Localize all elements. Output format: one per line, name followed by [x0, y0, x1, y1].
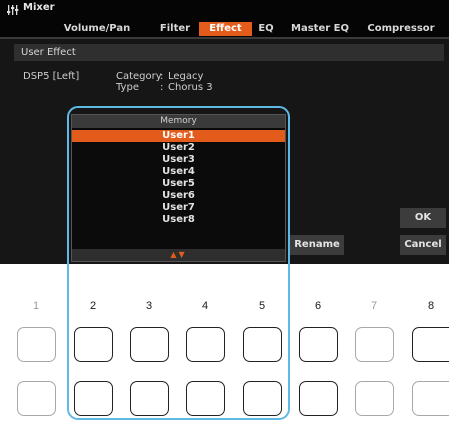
tab-effect[interactable]: Effect — [199, 22, 252, 36]
lower-button-2[interactable] — [74, 381, 113, 416]
lcd-screen: Mixer Volume/Pan Filter Effect EQ Master… — [0, 0, 449, 264]
memory-item-user8[interactable]: User8 — [72, 214, 285, 226]
tab-eq[interactable]: EQ — [254, 22, 278, 36]
tab-master-eq[interactable]: Master EQ — [288, 22, 352, 36]
lower-button-8[interactable] — [412, 381, 449, 416]
memory-item-user7[interactable]: User7 — [72, 202, 285, 214]
lower-button-6[interactable] — [299, 381, 338, 416]
column-number-2: 2 — [89, 300, 97, 312]
upper-button-3[interactable] — [130, 327, 169, 362]
upper-button-5[interactable] — [243, 327, 282, 362]
memory-item-user3[interactable]: User3 — [72, 154, 285, 166]
memory-item-user2[interactable]: User2 — [72, 142, 285, 154]
memory-title: Memory — [72, 115, 285, 128]
column-number-1: 1 — [32, 300, 40, 312]
category-colon: : — [160, 71, 164, 82]
column-number-7: 7 — [370, 300, 378, 312]
category-value: Legacy — [168, 71, 204, 82]
upper-button-7[interactable] — [355, 327, 394, 362]
tab-volume-pan[interactable]: Volume/Pan — [56, 22, 138, 36]
type-colon: : — [160, 82, 164, 93]
tab-compressor[interactable]: Compressor — [362, 22, 440, 36]
part-label: DSP5 [Left] — [23, 71, 80, 82]
memory-item-user4[interactable]: User4 — [72, 166, 285, 178]
type-label: Type — [116, 82, 139, 93]
section-title: User Effect — [14, 44, 444, 61]
column-number-8: 8 — [427, 300, 435, 312]
mixer-icon — [7, 5, 19, 15]
cancel-button[interactable]: Cancel — [400, 235, 446, 255]
upper-button-4[interactable] — [186, 327, 225, 362]
rename-button[interactable]: Rename — [290, 235, 344, 255]
column-number-6: 6 — [314, 300, 322, 312]
type-value: Chorus 3 — [168, 82, 213, 93]
column-number-3: 3 — [145, 300, 153, 312]
scroll-arrows-icon[interactable]: ▲▼ — [72, 249, 285, 261]
ok-button[interactable]: OK — [400, 208, 446, 228]
memory-item-user6[interactable]: User6 — [72, 190, 285, 202]
upper-button-6[interactable] — [299, 327, 338, 362]
column-number-5: 5 — [258, 300, 266, 312]
memory-item-user5[interactable]: User5 — [72, 178, 285, 190]
upper-button-8[interactable] — [412, 327, 449, 362]
title-bar: Mixer Volume/Pan Filter Effect EQ Master… — [0, 0, 449, 38]
lower-button-3[interactable] — [130, 381, 169, 416]
lower-button-7[interactable] — [355, 381, 394, 416]
column-number-4: 4 — [201, 300, 209, 312]
upper-button-2[interactable] — [74, 327, 113, 362]
lower-button-4[interactable] — [186, 381, 225, 416]
category-label: Category — [116, 71, 162, 82]
tab-filter[interactable]: Filter — [155, 22, 195, 36]
upper-button-1[interactable] — [17, 327, 56, 362]
app-title: Mixer — [23, 2, 55, 13]
memory-item-user1[interactable]: User1 — [72, 130, 285, 142]
lower-button-1[interactable] — [17, 381, 56, 416]
tab-underline — [0, 37, 449, 39]
lower-button-5[interactable] — [243, 381, 282, 416]
memory-list[interactable]: Memory User1 User2 User3 User4 User5 Use… — [71, 114, 286, 262]
